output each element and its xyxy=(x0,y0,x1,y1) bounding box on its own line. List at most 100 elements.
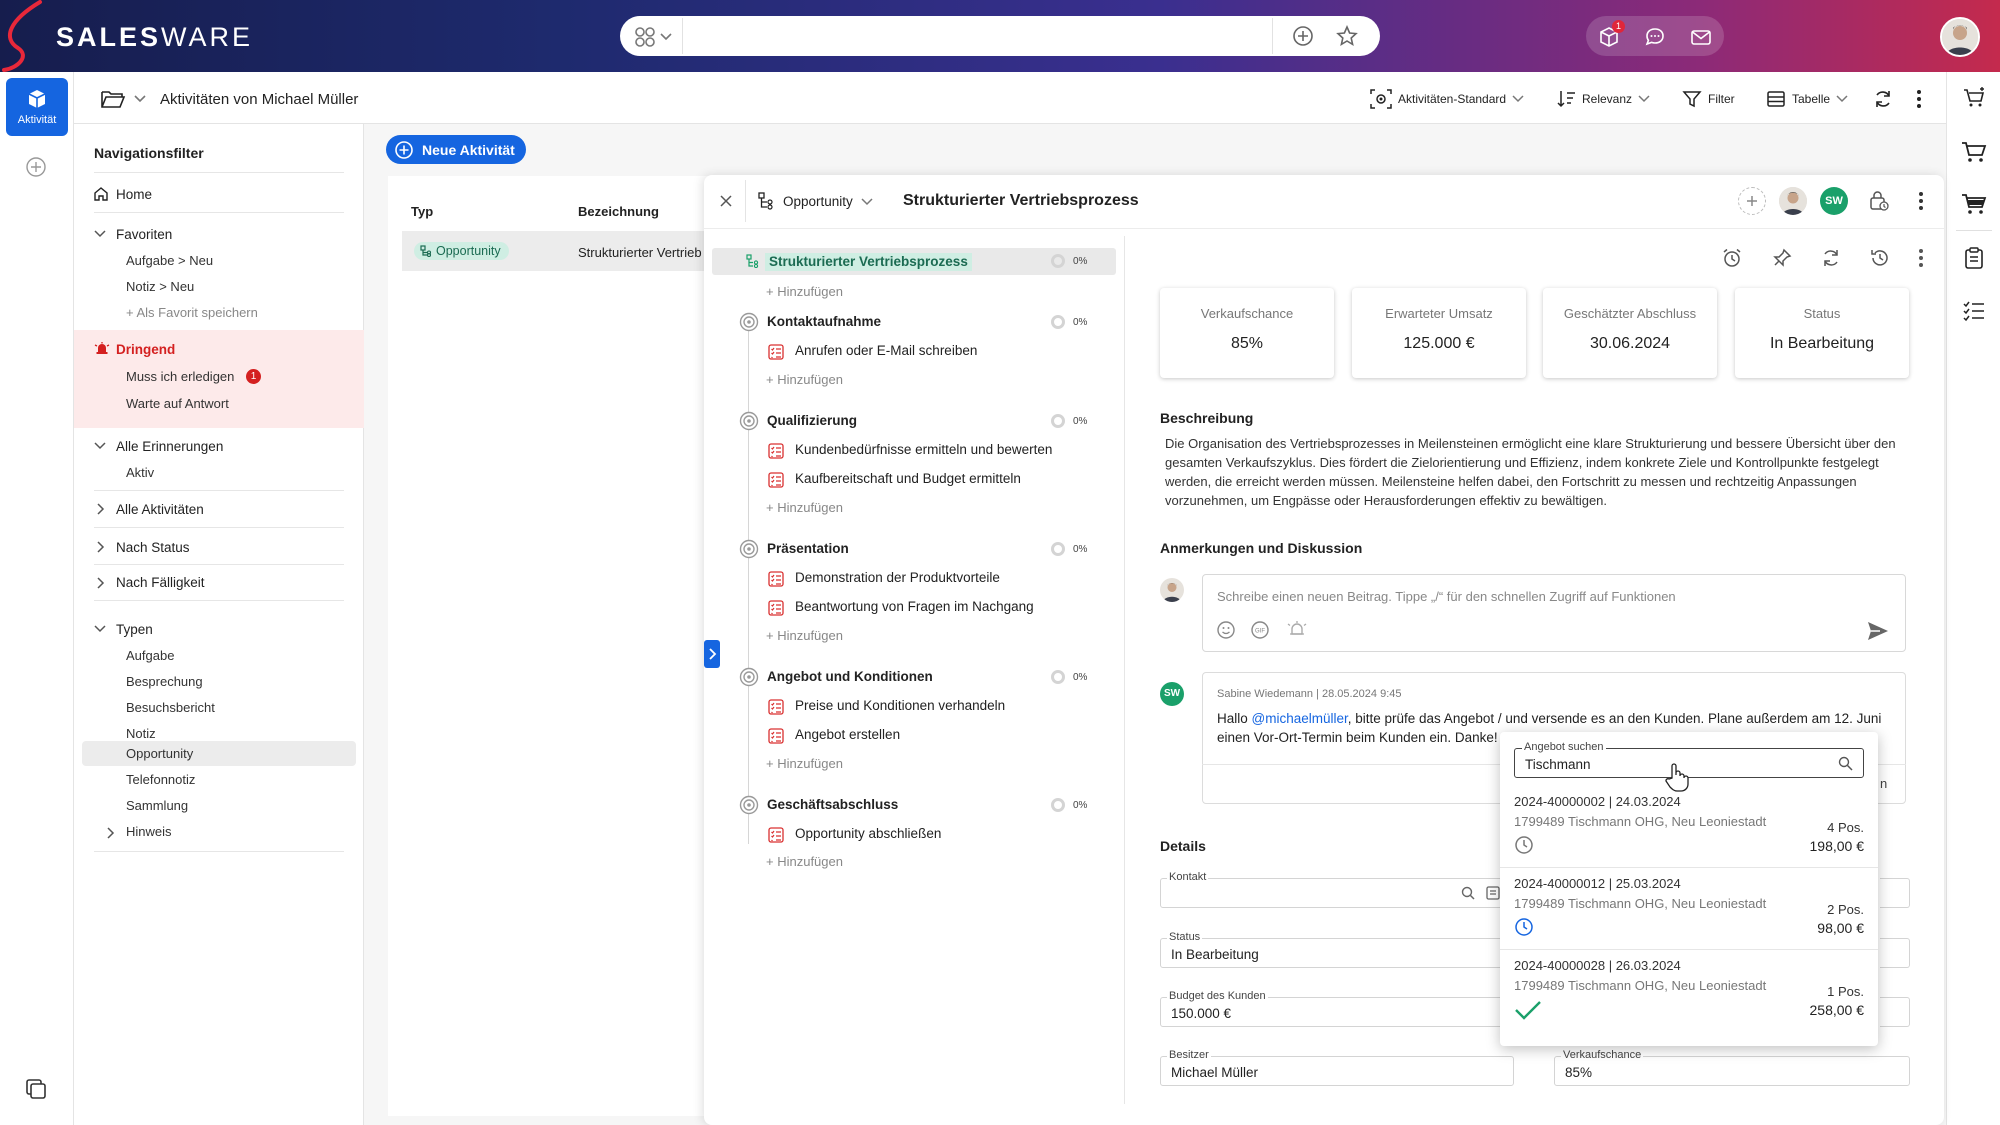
new-activity-button[interactable]: Neue Aktivität xyxy=(386,135,526,164)
emoji-icon[interactable] xyxy=(1216,620,1236,640)
nav-home[interactable]: Home xyxy=(116,187,152,202)
nav-type-item[interactable]: Besprechung xyxy=(126,674,203,689)
nav-types[interactable]: Typen xyxy=(116,622,153,637)
apps-icon[interactable] xyxy=(634,26,656,48)
add-milestone-link[interactable]: + Hinzufügen xyxy=(766,284,843,299)
participant-avatar-sw[interactable]: SW xyxy=(1820,187,1848,215)
lock-bag-icon[interactable] xyxy=(1868,190,1890,212)
nav-favorite-item[interactable]: Aufgabe > Neu xyxy=(126,253,213,268)
brand-logo[interactable]: SALESWARE xyxy=(56,22,253,53)
collapse-panel-handle[interactable] xyxy=(704,640,720,668)
detail-type-dropdown[interactable]: Opportunity xyxy=(783,194,853,209)
close-icon[interactable] xyxy=(719,194,733,208)
add-participant-button[interactable] xyxy=(1738,187,1766,215)
gif-icon[interactable]: GIF xyxy=(1250,620,1270,640)
chevron-down-icon[interactable] xyxy=(660,32,672,42)
nav-by-due[interactable]: Nach Fälligkeit xyxy=(116,575,205,590)
nav-reminder-item[interactable]: Aktiv xyxy=(126,465,154,480)
chevron-down-icon[interactable] xyxy=(134,94,146,104)
add-task-link[interactable]: + Hinzufügen xyxy=(766,500,843,515)
task-item[interactable]: Angebot erstellen xyxy=(795,727,900,742)
checklist-icon[interactable] xyxy=(1962,298,1986,322)
contact-card-icon[interactable] xyxy=(1486,886,1500,900)
table-view-dropdown[interactable]: Tabelle xyxy=(1766,89,1848,109)
task-item[interactable]: Kundenbedürfnisse ermitteln und bewerten xyxy=(795,442,1052,457)
add-circle-icon[interactable] xyxy=(24,155,48,179)
user-avatar[interactable] xyxy=(1940,17,1980,57)
more-vertical-icon[interactable] xyxy=(1916,88,1922,110)
history-icon[interactable] xyxy=(1870,248,1890,268)
more-vertical-icon[interactable] xyxy=(1918,190,1924,212)
nav-type-item[interactable]: Notiz xyxy=(126,726,156,741)
task-item[interactable]: Demonstration der Produktvorteile xyxy=(795,570,1000,585)
chevron-down-icon[interactable] xyxy=(94,624,106,634)
task-item[interactable]: Anrufen oder E-Mail schreiben xyxy=(795,343,977,358)
chevron-right-icon[interactable] xyxy=(96,503,106,515)
sync-icon[interactable] xyxy=(1821,248,1841,268)
nav-type-item[interactable]: Besuchsbericht xyxy=(126,700,215,715)
comment-mention[interactable]: @michaelmüller xyxy=(1252,711,1348,726)
alarm-bell-icon[interactable] xyxy=(1286,619,1308,641)
chevron-right-icon[interactable] xyxy=(96,577,106,589)
milestone-title[interactable]: Qualifizierung xyxy=(767,413,857,428)
pin-icon[interactable] xyxy=(1772,248,1792,268)
view-standard-dropdown[interactable]: Aktivitäten-Standard xyxy=(1370,89,1524,109)
clipboard-icon[interactable] xyxy=(1962,246,1986,270)
star-icon[interactable] xyxy=(1336,25,1358,47)
nav-type-item[interactable]: Telefonnotiz xyxy=(126,772,195,787)
search-icon[interactable] xyxy=(1461,886,1475,900)
task-item[interactable]: Opportunity abschließen xyxy=(795,826,941,841)
add-task-link[interactable]: + Hinzufügen xyxy=(766,854,843,869)
nav-type-item[interactable]: Aufgabe xyxy=(126,648,174,663)
global-search-bar[interactable] xyxy=(620,16,1380,56)
cart-icon[interactable] xyxy=(1960,140,1988,164)
cart-add-icon[interactable] xyxy=(1962,86,1986,110)
add-circle-icon[interactable] xyxy=(1292,25,1314,47)
chevron-down-icon[interactable] xyxy=(861,197,873,207)
column-header-type[interactable]: Typ xyxy=(411,204,433,219)
chevron-down-icon[interactable] xyxy=(94,441,106,451)
send-icon[interactable] xyxy=(1866,620,1890,642)
rail-activity-button[interactable]: Aktivität xyxy=(6,78,68,136)
chevron-right-icon[interactable] xyxy=(106,827,116,839)
nav-reminders[interactable]: Alle Erinnerungen xyxy=(116,439,223,454)
refresh-icon[interactable] xyxy=(1873,89,1893,109)
milestone-title[interactable]: Kontaktaufnahme xyxy=(767,314,881,329)
nav-urgent[interactable]: Dringend xyxy=(116,342,175,357)
task-item[interactable]: Preise und Konditionen verhandeln xyxy=(795,698,1005,713)
mail-icon[interactable] xyxy=(1690,26,1712,48)
more-vertical-icon[interactable] xyxy=(1918,247,1924,269)
alarm-clock-icon[interactable] xyxy=(1722,248,1742,268)
milestone-title[interactable]: Angebot und Konditionen xyxy=(767,669,933,684)
milestone-title[interactable]: Präsentation xyxy=(767,541,849,556)
nav-favorites[interactable]: Favoriten xyxy=(116,227,172,242)
comment-action-fragment[interactable]: n xyxy=(1880,776,1887,791)
search-icon[interactable] xyxy=(1838,756,1853,771)
nav-save-favorite[interactable]: + Als Favorit speichern xyxy=(126,305,258,320)
add-task-link[interactable]: + Hinzufügen xyxy=(766,372,843,387)
sort-relevance-dropdown[interactable]: Relevanz xyxy=(1556,89,1650,109)
chevron-down-icon[interactable] xyxy=(94,229,106,239)
nav-urgent-item[interactable]: Warte auf Antwort xyxy=(126,396,229,411)
add-task-link[interactable]: + Hinzufügen xyxy=(766,756,843,771)
contact-field[interactable] xyxy=(1160,878,1504,908)
nav-type-item[interactable]: Hinweis xyxy=(126,824,172,839)
chevron-right-icon[interactable] xyxy=(96,541,106,553)
nav-favorite-item[interactable]: Notiz > Neu xyxy=(126,279,194,294)
nav-all-activities[interactable]: Alle Aktivitäten xyxy=(116,502,204,517)
nav-by-status[interactable]: Nach Status xyxy=(116,540,190,555)
milestone-title[interactable]: Geschäftsabschluss xyxy=(767,797,898,812)
task-item[interactable]: Kaufbereitschaft und Budget ermitteln xyxy=(795,471,1021,486)
nav-type-item[interactable]: Sammlung xyxy=(126,798,188,813)
add-task-link[interactable]: + Hinzufügen xyxy=(766,628,843,643)
nav-urgent-item[interactable]: Muss ich erledigen xyxy=(126,369,234,384)
folder-open-icon[interactable] xyxy=(100,88,126,110)
column-header-name[interactable]: Bezeichnung xyxy=(578,204,659,219)
task-item[interactable]: Beantwortung von Fragen im Nachgang xyxy=(795,599,1034,614)
participant-avatar[interactable] xyxy=(1779,187,1807,215)
chat-icon[interactable] xyxy=(1644,26,1666,48)
cart-filled-icon[interactable] xyxy=(1960,192,1988,216)
windows-icon[interactable] xyxy=(24,1077,48,1101)
filter-button[interactable]: Filter xyxy=(1682,89,1735,109)
nav-type-item-selected[interactable]: Opportunity xyxy=(126,746,193,761)
